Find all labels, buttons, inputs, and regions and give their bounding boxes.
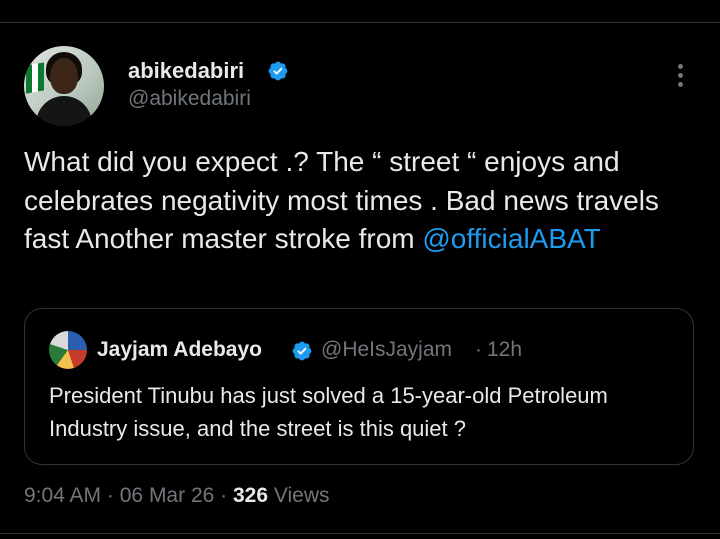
views-count[interactable]: 326 [233, 484, 268, 507]
quote-text: President Tinubu has just solved a 15-ye… [49, 383, 608, 441]
tweet-time[interactable]: 9:04 AM [24, 484, 101, 507]
quote-separator: · [475, 338, 482, 361]
avatar-face [50, 58, 78, 94]
quote-verified-badge-icon [292, 341, 312, 361]
meta-separator: · [220, 484, 228, 507]
tweet-meta: 9:04 AM · 06 Mar 26 · 326 Views [24, 484, 330, 508]
views-label: Views [273, 484, 330, 507]
avatar-body [36, 96, 92, 126]
quoted-tweet-card[interactable]: Jayjam Adebayo @HeIsJayjam · 12h Preside… [24, 308, 694, 465]
tweet-date[interactable]: 06 Mar 26 [120, 484, 215, 507]
top-divider [0, 22, 720, 23]
author-handle[interactable]: @abikedabiri [128, 87, 251, 111]
meta-separator: · [106, 484, 114, 507]
quote-author-handle: @HeIsJayjam [321, 338, 453, 361]
author-avatar[interactable] [24, 46, 104, 126]
bottom-divider [0, 533, 720, 534]
author-name[interactable]: abikedabiri [128, 58, 244, 84]
flag-graphic [26, 62, 44, 94]
quote-timestamp: 12h [487, 338, 523, 361]
more-vertical-icon[interactable] [673, 64, 687, 94]
mention-link[interactable]: @officialABAT [422, 223, 600, 254]
tweet-text: What did you expect .? The “ street “ en… [24, 143, 694, 259]
quote-author-avatar[interactable] [49, 331, 87, 369]
verified-badge-icon [268, 61, 288, 81]
quote-author-name: Jayjam Adebayo [97, 338, 262, 361]
